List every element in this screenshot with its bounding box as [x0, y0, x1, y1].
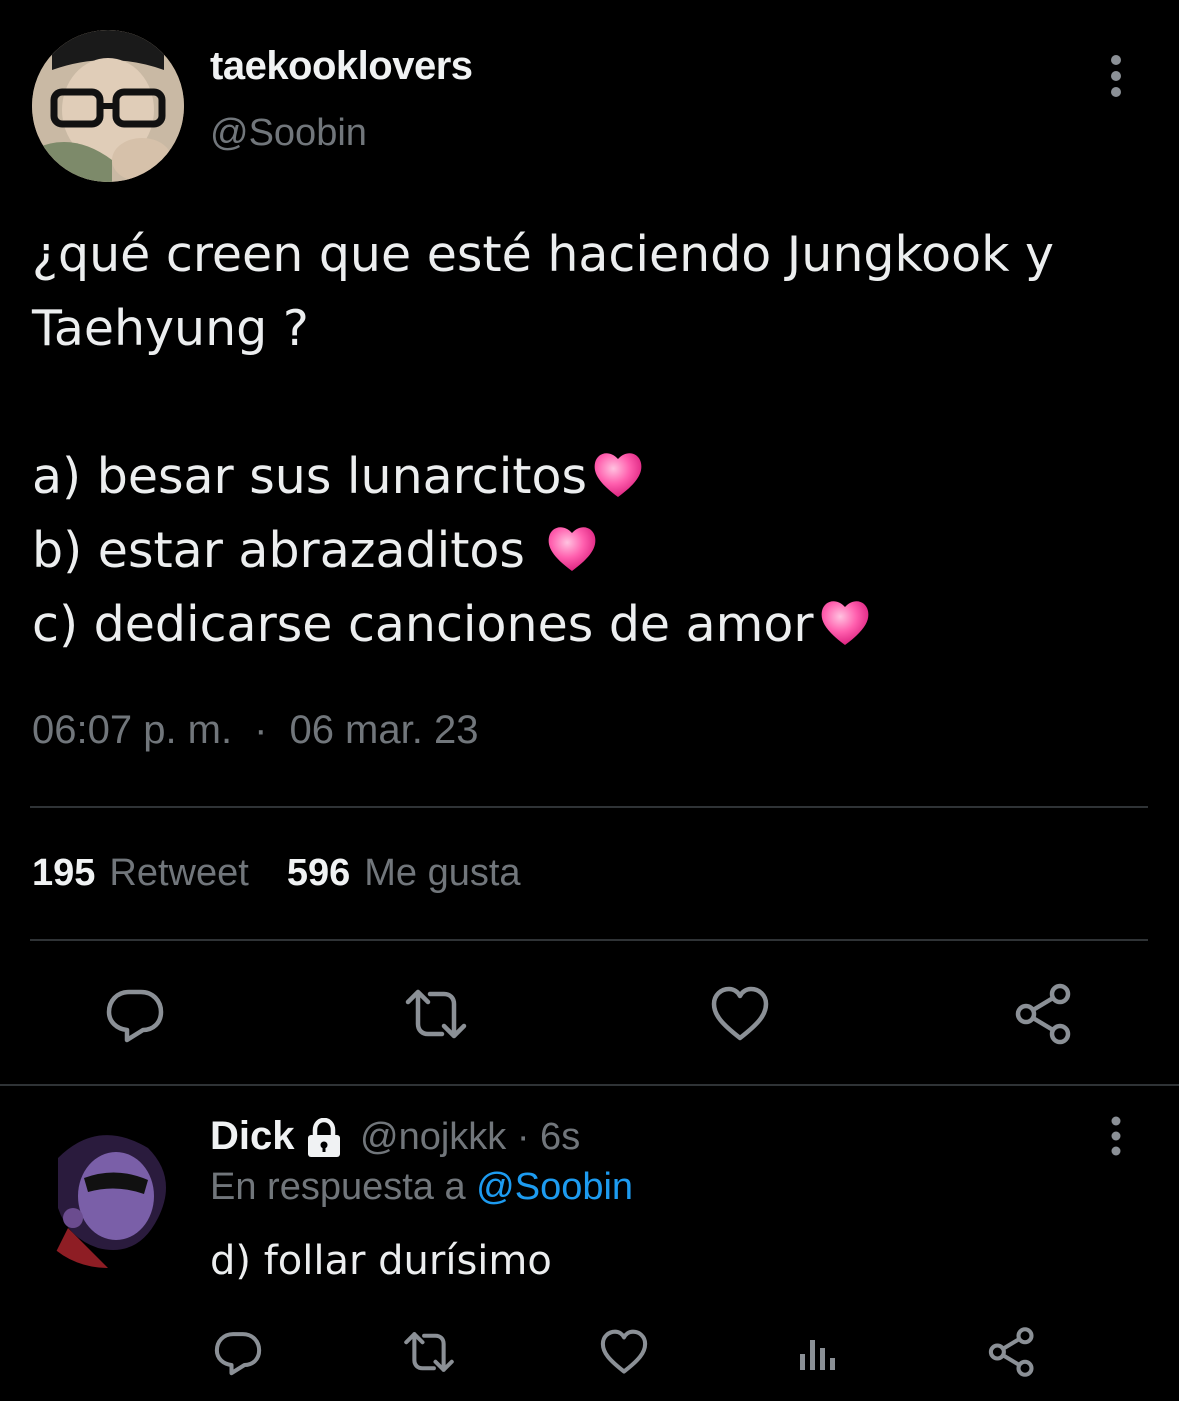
divider — [30, 939, 1148, 941]
analytics-icon[interactable] — [792, 1326, 844, 1378]
author-name[interactable]: taekooklovers — [210, 44, 473, 89]
reply-mention-link[interactable]: @Soobin — [476, 1166, 633, 1208]
author-avatar[interactable] — [32, 30, 184, 182]
separator-dot: · — [254, 708, 268, 752]
more-options-icon[interactable] — [1102, 1116, 1130, 1156]
reply-icon[interactable] — [103, 982, 167, 1046]
divider — [30, 806, 1148, 808]
tweet-line-option-c: c) dedicarse canciones de amor — [32, 588, 1142, 662]
tweet-line: ¿qué creen que esté haciendo Jungkook y — [32, 226, 1055, 283]
reply-text: d) follar durísimo — [210, 1238, 552, 1284]
reply-icon[interactable] — [212, 1326, 264, 1378]
sparkling-heart-icon — [589, 445, 647, 503]
option-c-text: c) dedicarse canciones de amor — [32, 596, 814, 653]
like-icon[interactable] — [708, 982, 772, 1046]
tweet-line-option-a: a) besar sus lunarcitos — [32, 440, 1142, 514]
tweet-stats: 195 Retweet 596 Me gusta — [32, 852, 521, 895]
reply-prefix: En respuesta a — [210, 1166, 477, 1208]
share-icon[interactable] — [986, 1326, 1038, 1378]
reply-author-name[interactable]: Dick — [210, 1114, 295, 1159]
sparkling-heart-icon — [543, 519, 601, 577]
share-icon[interactable] — [1012, 982, 1076, 1046]
tweet-text: ¿qué creen que esté haciendo Jungkook y … — [32, 218, 1142, 662]
divider — [0, 1084, 1179, 1086]
retweet-label: Retweet — [109, 852, 249, 894]
like-icon[interactable] — [598, 1326, 650, 1378]
tweet-line-option-b: b) estar abrazaditos — [32, 514, 1142, 588]
tweet-date: 06 mar. 23 — [289, 708, 479, 752]
author-handle[interactable]: @Soobin — [210, 112, 367, 155]
option-b-text: b) estar abrazaditos — [32, 522, 541, 579]
tweet-time: 06:07 p. m. — [32, 708, 233, 752]
sparkling-heart-icon — [816, 593, 874, 651]
tweet-line: Taehyung ? — [32, 300, 309, 357]
option-a-text: a) besar sus lunarcitos — [32, 448, 588, 505]
reply-author-avatar[interactable] — [28, 1118, 186, 1268]
retweet-count: 195 — [32, 852, 96, 894]
like-stat[interactable]: 596 Me gusta — [287, 852, 521, 894]
reply-author-handle[interactable]: @nojkkk · 6s — [360, 1116, 580, 1159]
retweet-stat[interactable]: 195 Retweet — [32, 852, 249, 894]
more-options-icon[interactable] — [1102, 54, 1130, 98]
retweet-icon[interactable] — [404, 982, 468, 1046]
retweet-icon[interactable] — [403, 1326, 455, 1378]
tweet-timestamp[interactable]: 06:07 p. m. · 06 mar. 23 — [32, 708, 478, 753]
lock-icon — [302, 1118, 346, 1158]
like-label: Me gusta — [364, 852, 521, 894]
reply-context: En respuesta a @Soobin — [210, 1166, 633, 1209]
like-count: 596 — [286, 852, 351, 894]
